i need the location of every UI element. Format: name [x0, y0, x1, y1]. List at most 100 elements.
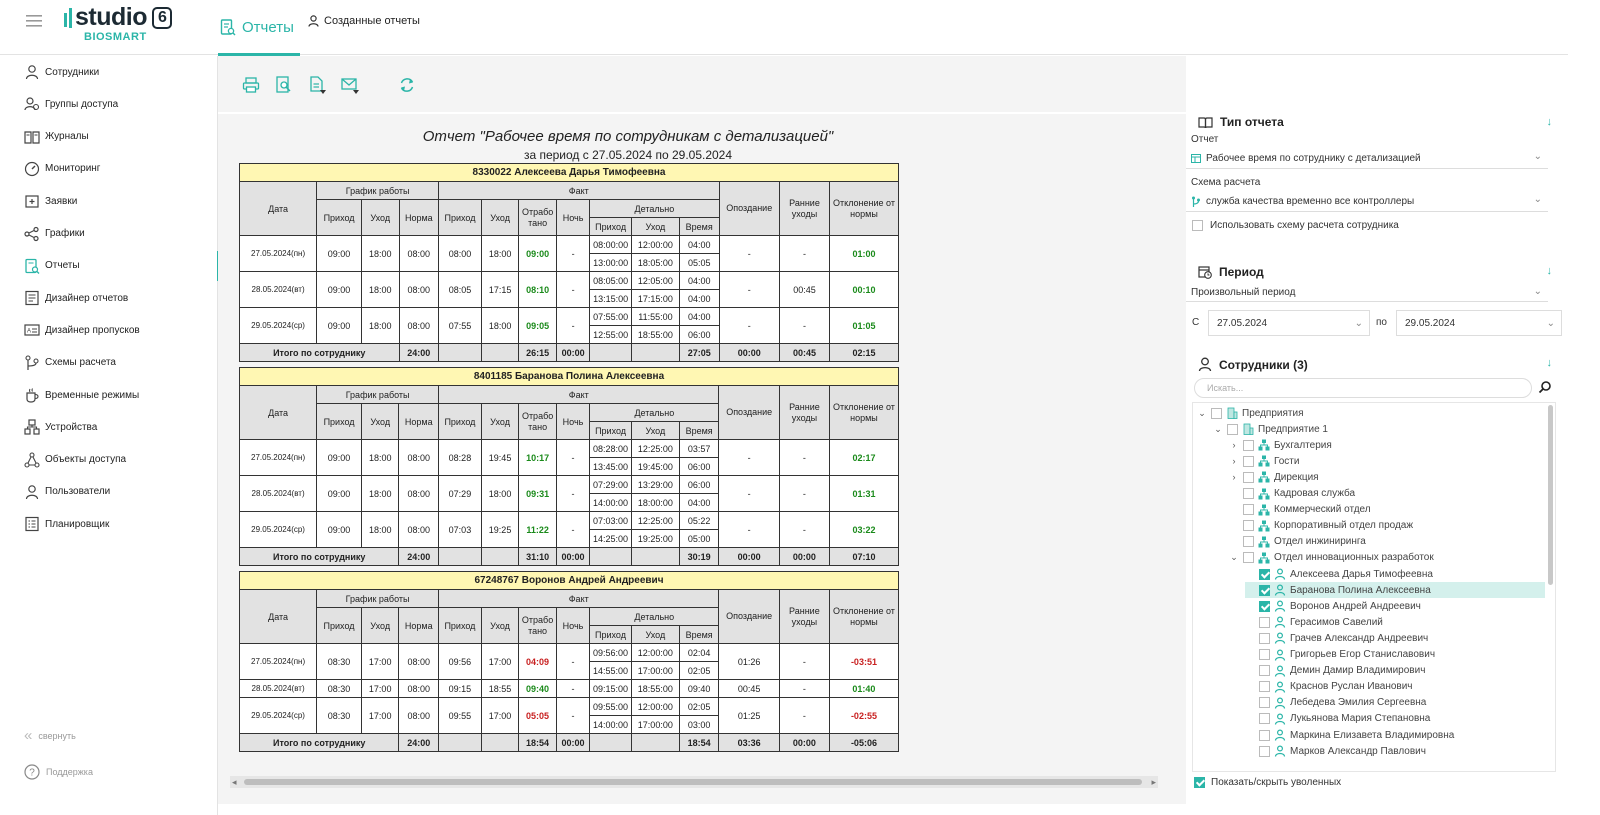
print-icon[interactable]: [242, 76, 260, 94]
sidebar-item[interactable]: Пользователи: [0, 476, 218, 508]
tree-checkbox[interactable]: [1211, 407, 1222, 419]
tree-checkbox[interactable]: [1259, 600, 1270, 612]
tree-employee-item[interactable]: Алексеева Дарья Тимофеевна: [1245, 566, 1433, 582]
tree-node[interactable]: Кадровая служба: [1229, 486, 1355, 502]
expand-toggle-icon[interactable]: ⌄: [1213, 424, 1223, 435]
tree-checkbox[interactable]: [1259, 584, 1270, 596]
refresh-icon[interactable]: [398, 76, 416, 94]
sidebar-item[interactable]: Заявки: [0, 185, 218, 217]
sidebar-item[interactable]: Схемы расчета: [0, 347, 218, 379]
tree-checkbox[interactable]: [1259, 649, 1270, 660]
late-cell: -: [718, 475, 780, 512]
tree-checkbox[interactable]: [1259, 665, 1270, 677]
detail-out-cell: 17:15:00: [630, 289, 680, 308]
collapse-arrow-icon[interactable]: ↓: [1547, 116, 1553, 128]
date-cell: 28.05.2024(вт): [238, 475, 318, 512]
show-fired-checkbox[interactable]: Показать/скрыть уволенных: [1194, 777, 1341, 788]
tree-node[interactable]: › Дирекция: [1229, 469, 1319, 485]
tree-employee-item[interactable]: Баранова Полина Алексеевна: [1245, 582, 1545, 599]
sidebar-item[interactable]: Отчеты: [0, 250, 220, 282]
tree-employee-item[interactable]: Лукьянова Мария Степановна: [1245, 711, 1430, 727]
tree-employee-item[interactable]: Марков Александр Павлович: [1245, 743, 1426, 759]
collapse-button[interactable]: « свернуть: [24, 728, 76, 743]
period-mode-select[interactable]: Произвольный период ⌄: [1186, 284, 1548, 302]
sidebar-item[interactable]: Дизайнер отчетов: [0, 282, 218, 314]
tree-node[interactable]: › Гости: [1229, 453, 1299, 469]
tree-employee-item[interactable]: Демин Дамир Владимирович: [1245, 663, 1425, 679]
tree-employee-item[interactable]: Григорьев Егор Станиславович: [1245, 647, 1435, 663]
support-link[interactable]: ? Поддержка: [24, 764, 93, 780]
period-section-header[interactable]: Период: [1198, 265, 1264, 279]
sidebar-item[interactable]: Устройства: [0, 411, 218, 443]
tree-checkbox[interactable]: [1259, 632, 1270, 644]
sidebar-item[interactable]: Объекты доступа: [0, 444, 218, 476]
scroll-thumb[interactable]: [244, 779, 1142, 785]
email-icon[interactable]: [341, 76, 359, 94]
tree-node[interactable]: ⌄ Отдел инновационных разработок: [1229, 550, 1434, 566]
tree-checkbox[interactable]: [1259, 616, 1270, 628]
tree-employee-item[interactable]: Воронов Андрей Андреевич: [1245, 598, 1421, 614]
tree-checkbox[interactable]: [1243, 471, 1254, 483]
tree-checkbox[interactable]: [1243, 504, 1254, 516]
tree-checkbox[interactable]: [1243, 552, 1254, 564]
collapse-arrow-icon[interactable]: ↓: [1547, 265, 1553, 277]
tree-node[interactable]: ⌄ Предприятие 1: [1213, 421, 1328, 437]
sidebar-item[interactable]: Группы доступа: [0, 88, 218, 120]
tree-node[interactable]: ⌄ Предприятия: [1197, 405, 1303, 421]
menu-icon[interactable]: [26, 14, 42, 28]
tree-checkbox[interactable]: [1259, 745, 1270, 757]
expand-toggle-icon[interactable]: ⌄: [1197, 408, 1207, 419]
detail-time-cell: 05:05: [678, 253, 720, 272]
report-type-section-header[interactable]: Тип отчета: [1198, 115, 1284, 129]
tree-checkbox[interactable]: [1227, 423, 1238, 435]
expand-toggle-icon[interactable]: ›: [1229, 472, 1239, 482]
tree-checkbox[interactable]: [1243, 488, 1254, 499]
sidebar-item[interactable]: Временные режимы: [0, 379, 218, 411]
tree-node[interactable]: Отдел инжиниринга: [1229, 534, 1366, 550]
expand-toggle-icon[interactable]: ›: [1229, 440, 1239, 450]
tree-employee-item[interactable]: Герасимов Савелий: [1245, 614, 1383, 630]
tab-created-reports[interactable]: Созданные отчеты: [308, 0, 420, 42]
tree-node[interactable]: Коммерческий отдел: [1229, 502, 1371, 518]
preview-icon[interactable]: [275, 76, 293, 94]
tree-checkbox[interactable]: [1259, 568, 1270, 580]
employees-section-header[interactable]: Сотрудники (3): [1198, 357, 1308, 372]
sidebar-item[interactable]: Мониторинг: [0, 153, 218, 185]
date-from-input[interactable]: 27.05.2024 ⌄: [1208, 310, 1370, 336]
tree-checkbox[interactable]: [1243, 439, 1254, 451]
sidebar-item[interactable]: Журналы: [0, 121, 218, 153]
tree-scrollbar[interactable]: [1548, 405, 1553, 585]
collapse-arrow-icon[interactable]: ↓: [1547, 357, 1553, 369]
sidebar-item[interactable]: Графики: [0, 218, 218, 250]
search-icon[interactable]: [1538, 380, 1552, 394]
tab-reports[interactable]: Отчеты: [218, 0, 300, 56]
tree-employee-item[interactable]: Грачев Александр Андреевич: [1245, 630, 1428, 646]
tree-employee-item[interactable]: Лебедева Эмилия Сергеевна: [1245, 695, 1426, 711]
scheme-select[interactable]: служба качества временно все контроллеры…: [1186, 192, 1548, 212]
tree-checkbox[interactable]: [1259, 729, 1270, 741]
date-to-input[interactable]: 29.05.2024 ⌄: [1396, 310, 1562, 336]
tree-checkbox[interactable]: [1243, 455, 1254, 467]
use-employee-scheme-checkbox[interactable]: Использовать схему расчета сотрудника: [1192, 220, 1399, 231]
expand-toggle-icon[interactable]: ⌄: [1229, 552, 1239, 563]
export-icon[interactable]: [308, 76, 326, 94]
scroll-right-icon[interactable]: ▸: [1151, 777, 1156, 788]
tree-checkbox[interactable]: [1259, 713, 1270, 725]
tree-employee-item[interactable]: Краснов Руслан Иванович: [1245, 679, 1413, 695]
tree-node[interactable]: Корпоративный отдел продаж: [1229, 518, 1413, 534]
employee-search-input[interactable]: Искать...: [1194, 378, 1532, 398]
sidebar-item[interactable]: Сотрудники: [0, 56, 218, 88]
tree-checkbox[interactable]: [1259, 681, 1270, 693]
expand-toggle-icon[interactable]: ›: [1229, 456, 1239, 466]
tree-checkbox[interactable]: [1243, 520, 1254, 532]
sidebar-item[interactable]: A Дизайнер пропусков: [0, 314, 218, 346]
tree-node[interactable]: › Бухгалтерия: [1229, 437, 1332, 453]
tree-checkbox[interactable]: [1259, 697, 1270, 709]
horizontal-scrollbar[interactable]: ◂ ▸: [230, 776, 1158, 788]
tree-checkbox[interactable]: [1243, 536, 1254, 548]
total-cell: [589, 343, 632, 362]
scroll-left-icon[interactable]: ◂: [232, 777, 237, 788]
tree-employee-item[interactable]: Маркина Елизавета Владимировна: [1245, 727, 1454, 743]
report-select[interactable]: Рабочее время по сотруднику с детализаци…: [1186, 149, 1548, 169]
sidebar-item[interactable]: Планировщик: [0, 508, 218, 540]
